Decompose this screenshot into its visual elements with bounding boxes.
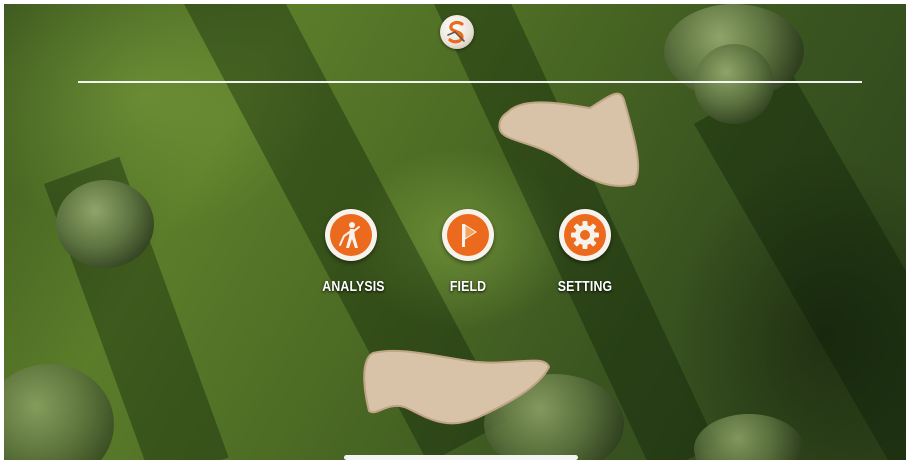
- analysis-label: ANALYSIS: [322, 278, 385, 295]
- header-divider: [78, 81, 862, 83]
- tree: [56, 180, 154, 268]
- s-logo-icon: [447, 21, 465, 44]
- tree-shadow: [694, 69, 906, 460]
- setting-label: SETTING: [557, 278, 613, 295]
- home-indicator[interactable]: [344, 455, 578, 460]
- field-label: FIELD: [449, 278, 487, 295]
- tree: [4, 364, 114, 460]
- setting-button[interactable]: SETTING: [550, 209, 620, 295]
- tree: [694, 414, 804, 460]
- tree: [694, 44, 774, 124]
- flag-icon: [462, 224, 477, 247]
- sand-bunker: [498, 92, 640, 187]
- golfer-swing-icon: [339, 222, 360, 248]
- setting-icon-ring: [559, 209, 611, 261]
- field-icon-ring: [442, 209, 494, 261]
- gear-icon: [571, 221, 599, 249]
- sand-bunker: [363, 349, 551, 425]
- app-logo: [440, 15, 474, 49]
- analysis-icon-ring: [325, 209, 377, 261]
- analysis-button[interactable]: ANALYSIS: [316, 209, 386, 295]
- field-button[interactable]: FIELD: [433, 209, 503, 295]
